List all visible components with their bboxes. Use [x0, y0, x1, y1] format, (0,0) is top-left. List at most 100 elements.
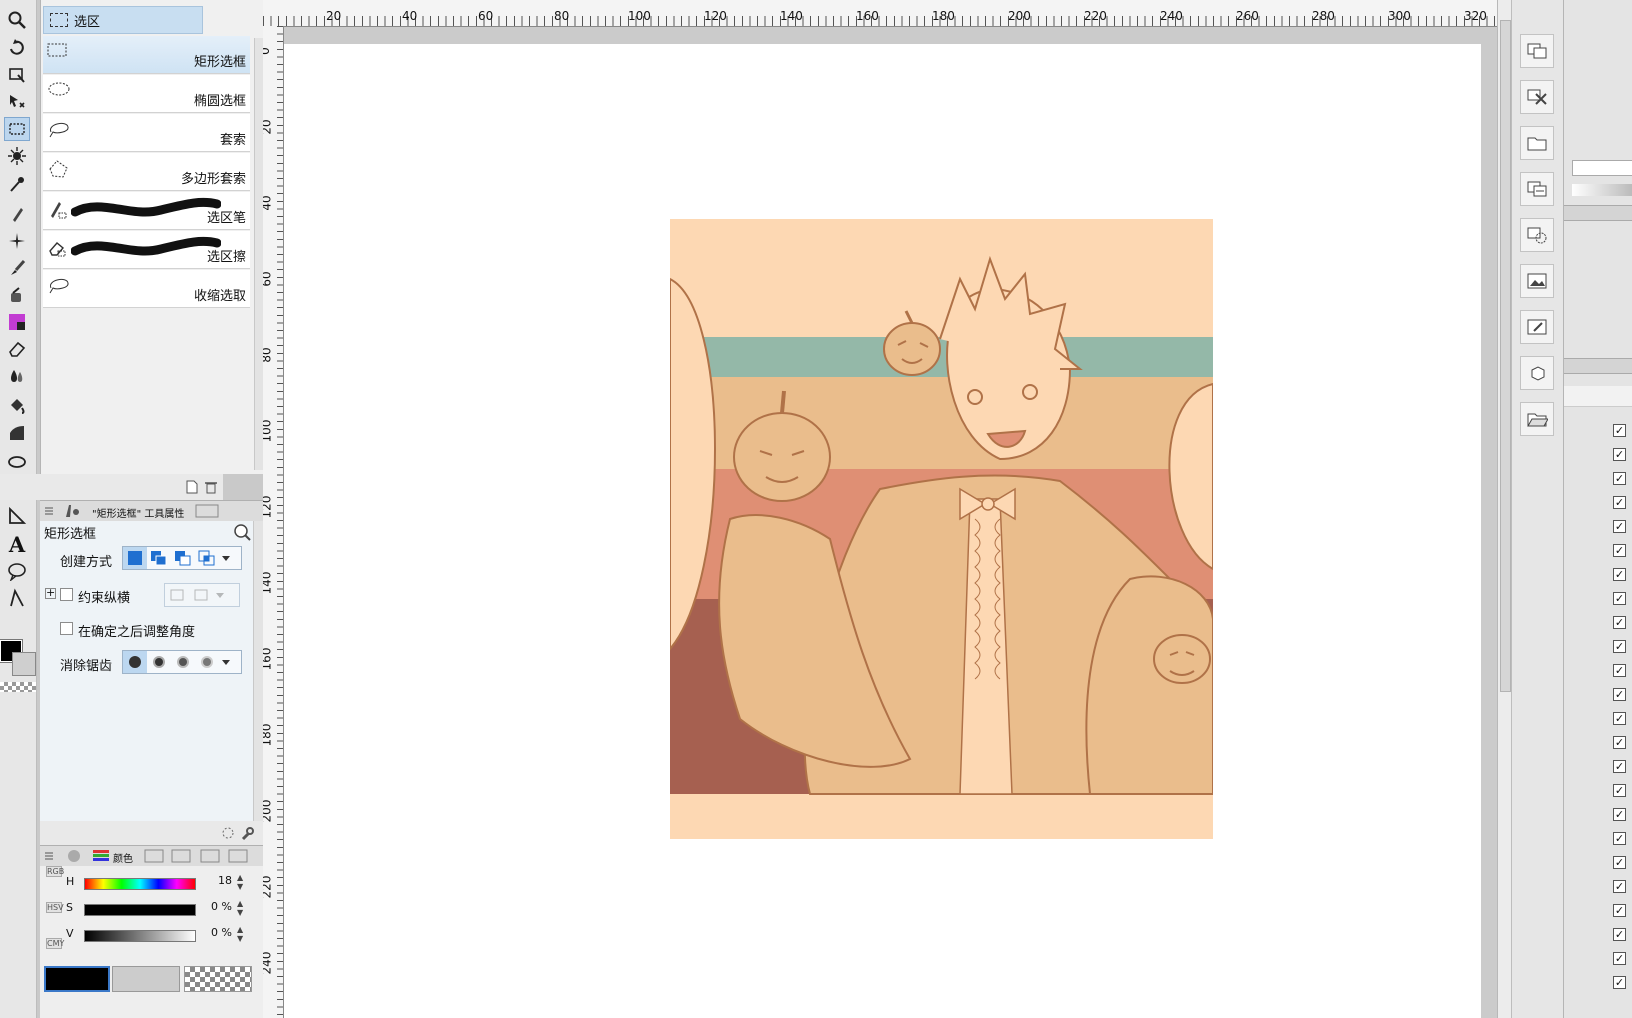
figure-tool-icon[interactable] — [4, 450, 30, 474]
balloon-tool-icon[interactable] — [4, 559, 30, 583]
correct-line-tool-icon[interactable] — [4, 586, 30, 610]
value-value[interactable]: 0 % — [198, 926, 232, 939]
sub-color-preview[interactable] — [112, 966, 180, 992]
pen-tool-icon[interactable] — [4, 202, 30, 226]
intermediate-color-tab-icon[interactable] — [171, 849, 191, 863]
layer-visibility-checkbox[interactable]: ✓ — [1613, 928, 1626, 941]
chevron-down-icon[interactable] — [219, 547, 233, 569]
artwork-image[interactable] — [670, 219, 1213, 839]
new-selection-icon[interactable] — [123, 547, 147, 569]
blend-tool-icon[interactable] — [4, 364, 30, 388]
saturation-slider[interactable] — [84, 904, 196, 916]
panel-menu-icon[interactable] — [43, 850, 55, 862]
reset-icon[interactable] — [220, 825, 236, 841]
new-raster-layer-icon[interactable] — [1520, 34, 1554, 68]
hue-slider[interactable] — [84, 878, 196, 890]
subtract-selection-icon[interactable] — [171, 547, 195, 569]
subtool-item-selection-pen[interactable]: 选区笔 — [43, 192, 250, 230]
constrain-mode-selector[interactable] — [164, 583, 240, 607]
layer-visibility-checkbox[interactable]: ✓ — [1613, 952, 1626, 965]
eraser-tool-icon[interactable] — [4, 337, 30, 361]
antialias-strong-icon[interactable] — [195, 651, 219, 673]
open-folder-icon[interactable] — [1520, 402, 1554, 436]
antialias-none-icon[interactable] — [123, 651, 147, 673]
layer-visibility-checkbox[interactable]: ✓ — [1613, 736, 1626, 749]
subtool-item-lasso[interactable]: 套索 — [43, 114, 250, 152]
layer-property-field[interactable] — [1572, 160, 1632, 176]
image-layer-icon[interactable] — [1520, 264, 1554, 298]
layer-visibility-checkbox[interactable]: ✓ — [1613, 688, 1626, 701]
transparent-color-preview[interactable] — [184, 966, 252, 992]
layer-visibility-checkbox[interactable]: ✓ — [1613, 712, 1626, 725]
subtool-item-selection-eraser[interactable]: 选区擦 — [43, 231, 250, 269]
color-wheel-tab-icon[interactable] — [64, 849, 84, 863]
layer-visibility-checkbox[interactable]: ✓ — [1613, 496, 1626, 509]
zoom-tool-icon[interactable] — [4, 8, 30, 32]
magnifier-icon[interactable] — [233, 523, 251, 541]
layer-duplicate-icon[interactable] — [1520, 172, 1554, 206]
wrench-icon[interactable] — [239, 825, 255, 841]
value-slider[interactable] — [84, 930, 196, 942]
antialias-selector[interactable] — [122, 650, 242, 674]
layer-visibility-checkbox[interactable]: ✓ — [1613, 616, 1626, 629]
layer-visibility-checkbox[interactable]: ✓ — [1613, 448, 1626, 461]
main-color-preview[interactable] — [44, 966, 110, 992]
decoration-tool-icon[interactable] — [4, 229, 30, 253]
3d-layer-icon[interactable] — [1520, 356, 1554, 390]
layer-visibility-checkbox[interactable]: ✓ — [1613, 760, 1626, 773]
approximate-color-tab-icon[interactable] — [200, 849, 220, 863]
rotate-tool-icon[interactable] — [4, 36, 30, 60]
brush-size-tab-icon[interactable] — [195, 504, 219, 518]
intersect-selection-icon[interactable] — [195, 547, 219, 569]
layer-visibility-checkbox[interactable]: ✓ — [1613, 424, 1626, 437]
layer-visibility-checkbox[interactable]: ✓ — [1613, 592, 1626, 605]
new-subtool-icon[interactable] — [184, 479, 200, 495]
subtool-item-rect-selection[interactable]: 矩形选框 — [43, 36, 250, 74]
layer-visibility-checkbox[interactable]: ✓ — [1613, 640, 1626, 653]
layer-visibility-checkbox[interactable]: ✓ — [1613, 808, 1626, 821]
layer-visibility-checkbox[interactable]: ✓ — [1613, 856, 1626, 869]
color-slider-tab-icon[interactable] — [92, 849, 110, 863]
create-mode-selector[interactable] — [122, 546, 242, 570]
selection-tool-icon[interactable] — [4, 117, 30, 141]
opacity-slider[interactable] — [1572, 184, 1632, 196]
move-layer-tool-icon[interactable] — [4, 90, 30, 114]
sub-color-swatch[interactable] — [12, 652, 36, 676]
value-spinner[interactable]: ▲ ▼ — [237, 925, 243, 943]
layer-visibility-checkbox[interactable]: ✓ — [1613, 784, 1626, 797]
layer-visibility-checkbox[interactable]: ✓ — [1613, 664, 1626, 677]
layer-visibility-checkbox[interactable]: ✓ — [1613, 520, 1626, 533]
subtool-group-tab[interactable]: 选区 — [43, 6, 203, 34]
gradient-tool-icon[interactable] — [4, 310, 30, 334]
object-tool-icon[interactable] — [4, 63, 30, 87]
trash-icon[interactable] — [203, 479, 219, 495]
layer-visibility-checkbox[interactable]: ✓ — [1613, 976, 1626, 989]
subtool-item-ellipse-selection[interactable]: 椭圆选框 — [43, 75, 250, 113]
airbrush-tool-icon[interactable] — [4, 283, 30, 307]
constrain-checkbox[interactable] — [60, 588, 73, 601]
ruler-tool-icon[interactable] — [4, 504, 30, 528]
color-tab-label[interactable]: 颜色 — [113, 850, 133, 865]
brush-tool-icon[interactable] — [4, 256, 30, 280]
subtool-item-polygon-lasso[interactable]: 多边形套索 — [43, 153, 250, 191]
expand-plus-icon[interactable]: + — [45, 587, 56, 599]
hue-spinner[interactable]: ▲ ▼ — [237, 873, 243, 891]
magic-wand-tool-icon[interactable] — [4, 144, 30, 168]
edit-layer-icon[interactable] — [1520, 310, 1554, 344]
eyedropper-tool-icon[interactable] — [4, 172, 30, 196]
delete-layer-icon[interactable] — [1520, 80, 1554, 114]
layer-visibility-checkbox[interactable]: ✓ — [1613, 904, 1626, 917]
add-selection-icon[interactable] — [147, 547, 171, 569]
saturation-value[interactable]: 0 % — [198, 900, 232, 913]
layer-mask-icon[interactable] — [1520, 218, 1554, 252]
layer-visibility-checkbox[interactable]: ✓ — [1613, 568, 1626, 581]
adjust-angle-checkbox[interactable] — [60, 622, 73, 635]
text-tool-icon[interactable]: A — [4, 532, 30, 556]
layer-visibility-checkbox[interactable]: ✓ — [1613, 472, 1626, 485]
antialias-weak-icon[interactable] — [147, 651, 171, 673]
transparent-color-swatch[interactable] — [0, 682, 36, 692]
color-set-tab-icon[interactable] — [144, 849, 164, 863]
tool-property-tab-label[interactable]: "矩形选框" 工具属性 — [92, 505, 184, 520]
hue-value[interactable]: 18 — [198, 874, 232, 887]
antialias-medium-icon[interactable] — [171, 651, 195, 673]
